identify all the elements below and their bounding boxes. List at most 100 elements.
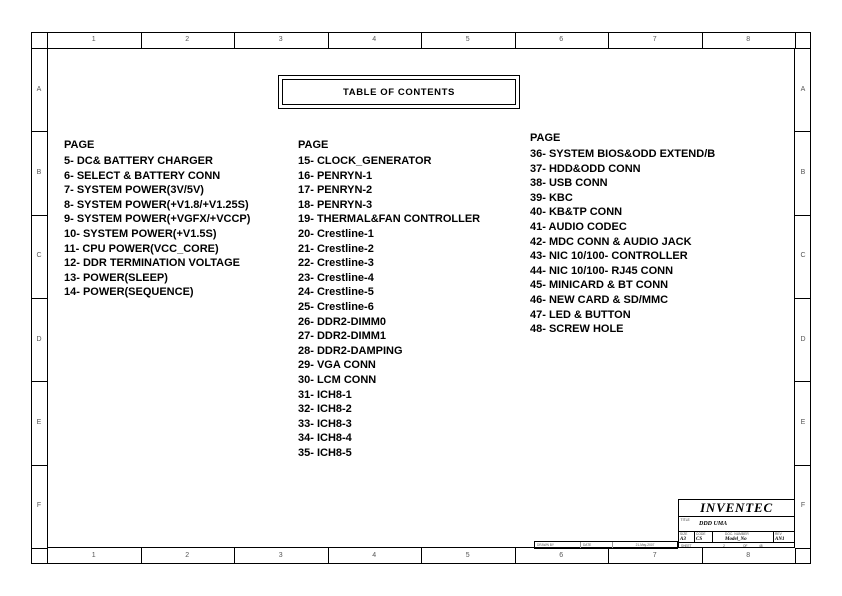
zone-row-label: E (36, 419, 42, 426)
zone-divider (31, 214, 47, 216)
contents-entry: 18- PENRYN-3 (298, 198, 373, 211)
contents-column-1-heading: PAGE (64, 139, 95, 151)
contents-entry: 32- ICH8-2 (298, 403, 352, 416)
zone-divider (608, 548, 609, 564)
contents-column-2-heading: PAGE (298, 139, 329, 151)
zone-divider (514, 548, 516, 564)
zone-column-label: 1 (91, 552, 96, 559)
contents-entry: 24- Crestline-5 (298, 286, 374, 299)
contents-entry: 37- HDD&ODD CONN (530, 162, 641, 175)
contents-entry: 22- Crestline-3 (298, 257, 374, 270)
contents-entry: 17- PENRYN-2 (298, 184, 373, 197)
contents-entry: 14- POWER(SEQUENCE) (64, 286, 194, 299)
zone-divider (31, 298, 47, 299)
zone-column-label: 5 (465, 552, 470, 559)
zone-column-label: 4 (372, 36, 377, 43)
contents-entry: 30- LCM CONN (298, 373, 377, 386)
size-value: A3 (680, 536, 686, 542)
contents-entry: 48- SCREW HOLE (530, 323, 624, 336)
zone-divider (140, 548, 142, 564)
table-of-contents-box: TABLE OF CONTENTS (278, 75, 520, 109)
contents-entry: 7- SYSTEM POWER(3V/5V) (64, 184, 204, 197)
zone-divider (795, 48, 811, 49)
contents-entry: 25- Crestline-6 (298, 300, 374, 313)
zone-divider (608, 32, 609, 48)
sheet-value: 2 (723, 543, 725, 548)
contents-entry: 20- Crestline-1 (298, 227, 374, 240)
zone-column-label: 8 (746, 36, 751, 43)
zone-divider (421, 548, 422, 564)
contents-entry: 27- DDR2-DIMM1 (298, 330, 387, 343)
table-of-contents-box-inner: TABLE OF CONTENTS (282, 79, 516, 105)
zone-row-label: D (800, 335, 806, 343)
contents-entry: 40- KB&TP CONN (530, 206, 623, 219)
zone-divider (795, 32, 796, 48)
code-label: CODE (696, 531, 706, 536)
zone-row-label: A (800, 85, 806, 93)
contents-entry: 16- PENRYN-1 (298, 169, 373, 182)
zone-divider (795, 381, 811, 383)
sheet-total: 48 (759, 543, 763, 548)
title-block-sheet-row: SHEET 2 OF 48 (679, 543, 794, 548)
zone-column-label: 2 (185, 36, 190, 43)
zone-column-label: 8 (746, 552, 751, 559)
zone-column-label: 3 (278, 36, 283, 43)
zone-divider (31, 464, 47, 466)
contents-entry: 38- USB CONN (530, 177, 608, 190)
contents-entry: 47- LED & BUTTON (530, 308, 631, 321)
contents-entry: 39- KBC (530, 191, 573, 204)
zone-divider (31, 48, 47, 49)
zone-row-label: C (36, 252, 42, 260)
zone-column-label: 4 (372, 552, 377, 559)
contents-entry: 10- SYSTEM POWER(+V1.5S) (64, 227, 217, 240)
doc-number-label: DOC. NUMBER (725, 531, 749, 536)
contents-entry: 13- POWER(SLEEP) (64, 271, 168, 284)
zone-divider (795, 131, 811, 133)
contents-entry: 46- NEW CARD & SD/MMC (530, 293, 669, 306)
doc-number-value: Model_No (725, 536, 747, 542)
contents-entry: 8- SYSTEM POWER(+V1.8/+V1.25S) (64, 198, 249, 211)
size-label: SIZE (680, 531, 688, 536)
contents-list-1: 5- DC& BATTERY CHARGER 6- SELECT & BATTER… (64, 154, 250, 300)
contents-entry: 5- DC& BATTERY CHARGER (64, 155, 213, 167)
zone-row-label: F (800, 502, 806, 510)
rev-value: AN1 (775, 536, 785, 542)
contents-entry: 26- DDR2-DIMM0 (298, 315, 387, 328)
zone-divider (47, 32, 48, 48)
contents-entry: 28- DDR2-DAMPING (298, 344, 403, 357)
contents-entry: 42- MDC CONN & AUDIO JACK (530, 235, 692, 248)
contents-entry: 15- CLOCK_GENERATOR (298, 155, 432, 167)
page-title: TABLE OF CONTENTS (343, 86, 455, 98)
contents-entry: 6- SELECT & BATTERY CONN (64, 169, 221, 182)
zone-divider (514, 32, 516, 48)
schematic-sheet: 1 1 2 2 3 3 4 4 5 5 6 6 7 7 8 8 A A B B C C D D E E F F TABLE OF CO… (0, 0, 842, 596)
contents-entry: 33- ICH8-3 (298, 417, 352, 430)
inventec-logo: INVENTEC (700, 500, 773, 515)
zone-row-label: B (36, 169, 42, 176)
contents-entry: 21- Crestline-2 (298, 242, 374, 255)
title-block-fields-row: SIZE A3 CODE CS DOC. NUMBER Model_No REV… (679, 532, 794, 543)
contents-entry: 35- ICH8-5 (298, 446, 352, 459)
title-field-label: TITLE (680, 518, 690, 522)
zone-column-label: 6 (559, 552, 564, 559)
zone-divider (234, 548, 235, 564)
zone-divider (327, 32, 329, 48)
rev-field: REV AN1 (774, 532, 794, 542)
zone-divider (327, 548, 329, 564)
doc-number-field: DOC. NUMBER Model_No (713, 532, 774, 542)
zone-column-label: 1 (91, 36, 96, 43)
contents-entry: 23- Crestline-4 (298, 271, 374, 284)
zone-row-label: B (800, 169, 806, 176)
contents-column-2: PAGE 15- CLOCK_GENERATOR 16- PENRYN-1 17- … (298, 138, 480, 460)
zone-divider (795, 298, 811, 299)
zone-divider (47, 548, 48, 564)
zone-divider (701, 32, 703, 48)
contents-entry: 11- CPU POWER(VCC_CORE) (64, 242, 219, 255)
contents-entry: 36- SYSTEM BIOS&ODD EXTEND/B (530, 148, 716, 160)
contents-entry: 31- ICH8-1 (298, 388, 352, 401)
zone-divider (234, 32, 235, 48)
zone-row-label: C (800, 252, 806, 260)
zone-divider (795, 464, 811, 466)
zone-divider (701, 548, 703, 564)
zone-column-label: 6 (559, 36, 564, 43)
